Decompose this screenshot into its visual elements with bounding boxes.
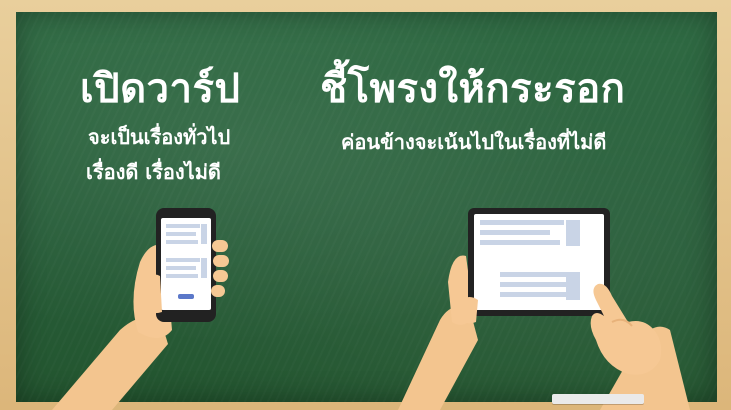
chalkboard-scene: เปิดวาร์ป จะเป็นเรื่องทั่วไป เรื่องดี เร… bbox=[0, 0, 731, 410]
hands-holding-tablet-illustration bbox=[398, 208, 690, 410]
chalk-eraser bbox=[552, 394, 644, 404]
tablet-icon bbox=[468, 208, 610, 316]
